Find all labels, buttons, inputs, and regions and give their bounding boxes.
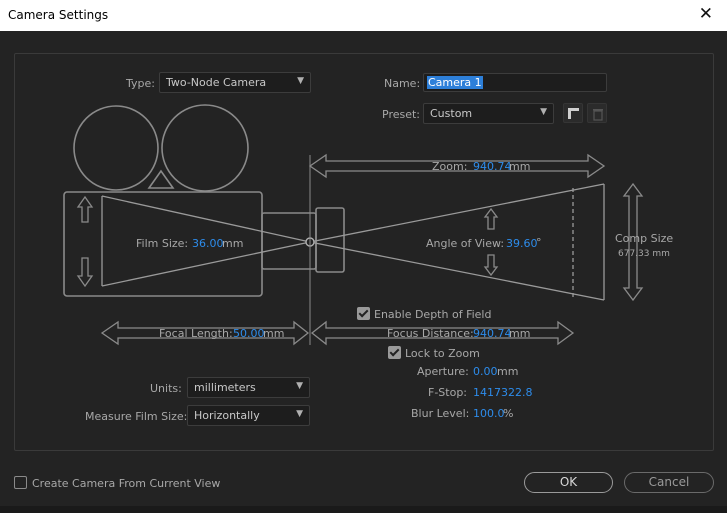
blur-level-label: Blur Level: [411,407,470,420]
zoom-unit: mm [509,160,531,173]
ok-button[interactable]: OK [524,472,613,493]
chevron-down-icon: ▼ [297,76,304,86]
save-preset-button[interactable] [563,103,583,123]
fstop-value[interactable]: 1417322.8 [473,386,533,399]
focal-length-label: Focal Length: [159,327,233,340]
save-preset-icon [568,108,579,119]
focus-distance-label: Focus Distance: [387,327,474,340]
camera-triangle-icon [147,169,175,189]
film-size-unit: mm [222,237,244,250]
film-size-value[interactable]: 36.00 [192,237,224,250]
zoom-label: Zoom: [432,160,468,173]
aperture-label: Aperture: [417,365,469,378]
name-value: Camera 1 [427,76,483,89]
name-input[interactable]: Camera 1 [423,73,607,92]
type-label: Type: [126,77,155,90]
fstop-label: F-Stop: [428,386,468,399]
chevron-down-icon: ▼ [540,107,547,117]
focal-length-value[interactable]: 50.00 [233,327,265,340]
comp-size-value: 677.33 mm [618,249,670,259]
name-label: Name: [384,77,421,90]
camera-reel-left [73,105,159,191]
angle-down-arrow-icon [483,254,499,277]
units-dropdown[interactable]: millimeters ▼ [187,377,310,398]
aperture-unit: mm [497,365,519,378]
angle-of-view-unit: ° [536,236,542,249]
units-value: millimeters [194,381,256,394]
film-up-arrow-icon [76,195,94,223]
focus-distance-value[interactable]: 940.74 [473,327,512,340]
comp-size-label: Comp Size [615,232,674,245]
focus-distance-unit: mm [509,327,531,340]
preset-label: Preset: [382,108,421,121]
type-value: Two-Node Camera [166,76,267,89]
blur-level-value[interactable]: 100.0 [473,407,505,420]
film-size-label: Film Size: [136,237,189,250]
preset-dropdown[interactable]: Custom ▼ [423,103,554,124]
cancel-button[interactable]: Cancel [624,472,714,493]
type-dropdown[interactable]: Two-Node Camera ▼ [159,72,311,93]
angle-of-view-label: Angle of View: [426,237,505,250]
preset-value: Custom [430,107,473,120]
measure-film-size-label: Measure Film Size: [85,410,188,423]
angle-up-arrow-icon [483,207,499,230]
depth-of-field-label: Enable Depth of Field [374,308,492,321]
focal-length-unit: mm [263,327,285,340]
zoom-value[interactable]: 940.74 [473,160,512,173]
camera-reel-right [161,104,249,192]
trash-icon [593,109,603,121]
film-down-arrow-icon [76,257,94,288]
background-strip [0,506,727,513]
units-label: Units: [150,382,182,395]
angle-of-view-value[interactable]: 39.60 [506,237,538,250]
create-from-view-label: Create Camera From Current View [32,477,221,490]
aperture-value[interactable]: 0.00 [473,365,498,378]
measure-film-size-dropdown[interactable]: Horizontally ▼ [187,405,310,426]
lock-to-zoom-label: Lock to Zoom [405,347,480,360]
blur-level-unit: % [503,407,514,420]
chevron-down-icon: ▼ [296,409,303,419]
chevron-down-icon: ▼ [296,381,303,391]
create-from-view-checkbox[interactable] [14,476,27,489]
depth-of-field-checkbox[interactable] [357,307,370,320]
delete-preset-button[interactable] [587,103,607,123]
lock-to-zoom-checkbox[interactable] [388,346,401,359]
measure-film-size-value: Horizontally [194,409,260,422]
